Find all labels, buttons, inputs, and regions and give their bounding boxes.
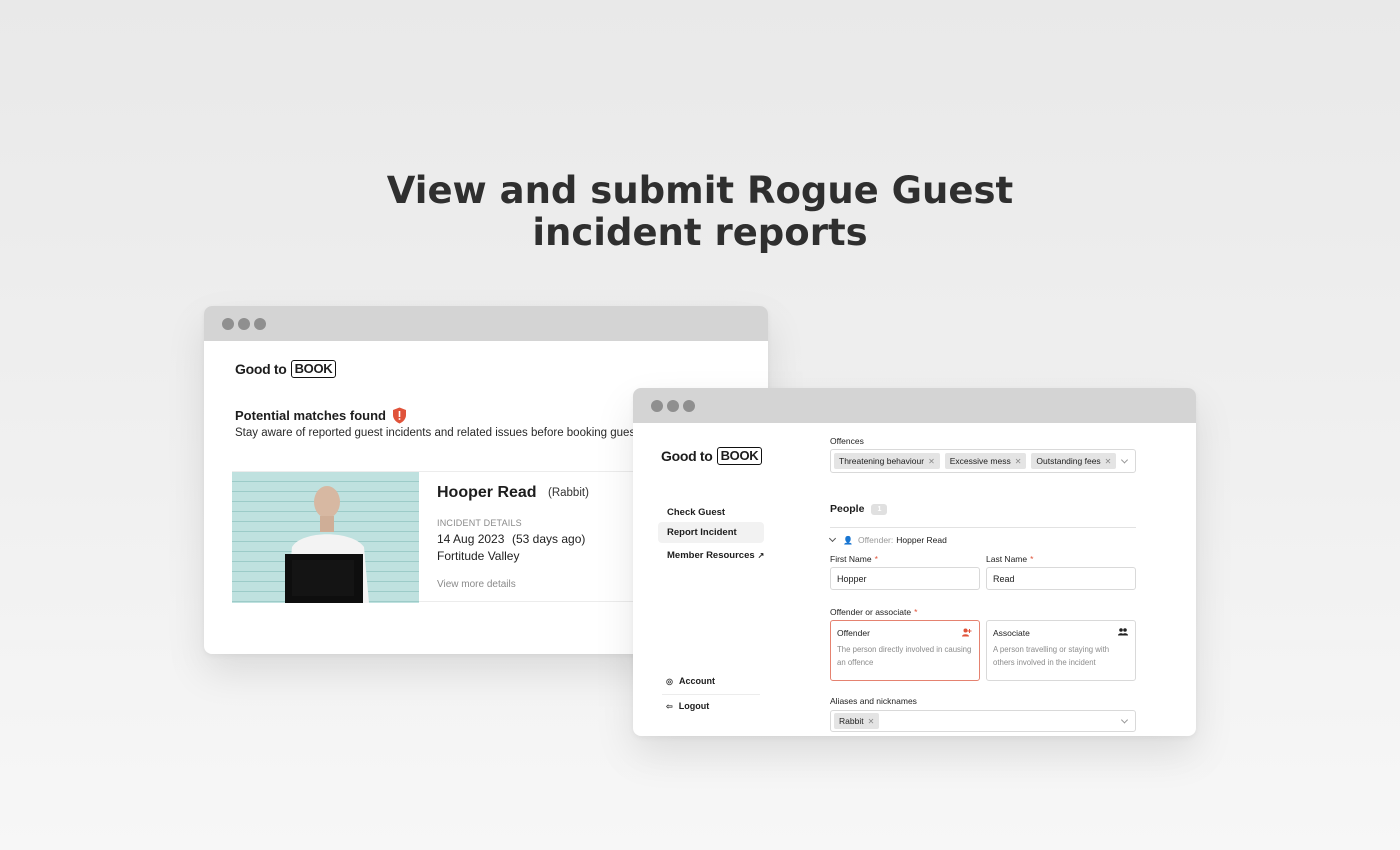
matches-heading: Potential matches found [235, 407, 407, 424]
required-marker: * [874, 554, 878, 564]
chip-label: Outstanding fees [1036, 456, 1101, 466]
chip-remove-icon[interactable]: ✕ [928, 457, 935, 466]
sidebar-item-label: Report Incident [667, 527, 737, 538]
sidebar-account[interactable]: ◎ Account [666, 676, 715, 686]
brand-text: Good to [661, 448, 713, 464]
sidebar-item-member-resources[interactable]: Member Resources ↗ [658, 545, 773, 566]
sidebar-item-check-guest[interactable]: Check Guest [658, 502, 734, 523]
option-title: Offender [837, 628, 870, 638]
brand-text: Good to [235, 361, 287, 377]
logout-icon: ⇦ [666, 701, 673, 711]
match-name: Hooper Read [437, 484, 537, 501]
aliases-label: Aliases and nicknames [830, 696, 917, 706]
match-nickname: (Rabbit) [548, 487, 589, 499]
offences-label: Offences [830, 436, 864, 446]
chip-remove-icon[interactable]: ✕ [1015, 457, 1022, 466]
chip-label: Rabbit [839, 716, 864, 726]
account-icon: ◎ [666, 676, 673, 686]
window-dot-icon [238, 318, 250, 330]
aliases-select[interactable]: Rabbit ✕ [830, 710, 1136, 732]
first-name-label: First Name * [830, 554, 878, 564]
incident-details-label: INCIDENT DETAILS [437, 518, 522, 528]
alert-shield-icon [392, 407, 407, 424]
people-title-text: People [830, 503, 865, 515]
window-titlebar [633, 388, 1196, 423]
sidebar-item-report-incident[interactable]: Report Incident [658, 522, 764, 543]
hero-line-1: View and submit Rogue Guest [386, 169, 1014, 212]
chip-remove-icon[interactable]: ✕ [1105, 457, 1112, 466]
last-name-label: Last Name * [986, 554, 1033, 564]
option-title: Associate [993, 628, 1030, 638]
offences-select[interactable]: Threatening behaviour ✕ Excessive mess ✕ O… [830, 449, 1136, 473]
chip-label: Threatening behaviour [839, 456, 925, 466]
first-name-label-text: First Name [830, 554, 872, 564]
add-person-icon [962, 628, 972, 639]
sidebar-divider [662, 694, 760, 695]
group-icon [1118, 628, 1128, 638]
chip-label: Excessive mess [949, 456, 1011, 466]
option-description: The person directly involved in causing … [837, 645, 972, 667]
hero-heading: View and submit Rogue Guest incident rep… [0, 170, 1400, 254]
people-section-title: People 1 [830, 503, 888, 515]
last-name-label-text: Last Name [986, 554, 1028, 564]
window-dot-icon [667, 400, 679, 412]
sidebar-logout[interactable]: ⇦ Logout [666, 701, 709, 711]
incident-date: 14 Aug 2023 [437, 532, 505, 546]
alias-chip[interactable]: Rabbit ✕ [834, 713, 880, 729]
sidebar-footer-label: Account [678, 676, 715, 686]
offence-chip[interactable]: Threatening behaviour ✕ [834, 453, 940, 469]
view-more-details-link[interactable]: View more details [437, 579, 516, 590]
offender-option-card[interactable]: Offender The person directly involved in… [830, 620, 980, 681]
required-marker: * [914, 607, 918, 617]
option-description: A person travelling or staying with othe… [993, 645, 1110, 667]
window-dot-icon [683, 400, 695, 412]
last-name-field[interactable]: Read [986, 567, 1136, 590]
first-name-field[interactable]: Hopper [830, 567, 980, 590]
incident-location: Fortitude Valley [437, 549, 520, 563]
offender-accordion-header[interactable]: 👤 Offender: Hopper Read [828, 534, 947, 545]
window-dot-icon [222, 318, 234, 330]
brand-book-box: BOOK [716, 447, 763, 465]
mugshot-image [232, 472, 419, 603]
required-marker: * [1030, 554, 1034, 564]
associate-option-card[interactable]: Associate A person travelling or staying… [986, 620, 1136, 681]
offender-prefix: Offender: [857, 535, 894, 545]
chevron-down-icon[interactable] [828, 534, 837, 543]
chip-remove-icon[interactable]: ✕ [868, 717, 875, 726]
external-link-icon: ↗ [757, 551, 765, 560]
offence-chip[interactable]: Excessive mess ✕ [944, 453, 1027, 469]
window-titlebar [204, 306, 768, 341]
sidebar-footer-label: Logout [678, 701, 710, 711]
offence-chip[interactable]: Outstanding fees ✕ [1031, 453, 1117, 469]
incident-days-ago: (53 days ago) [512, 532, 586, 546]
brand-logo: Good to BOOK [235, 360, 337, 378]
window-dot-icon [254, 318, 266, 330]
hero-line-2: incident reports [532, 211, 868, 254]
person-icon: 👤 [843, 535, 853, 545]
sidebar-item-label: Member Resources [667, 550, 755, 561]
matches-subtitle: Stay aware of reported guest incidents a… [235, 427, 645, 439]
chevron-down-icon[interactable] [1120, 456, 1129, 464]
sidebar-item-label: Check Guest [667, 507, 726, 518]
chevron-down-icon[interactable] [1120, 716, 1129, 724]
role-label-text: Offender or associate [830, 607, 912, 617]
window-dot-icon [651, 400, 663, 412]
role-label: Offender or associate * [830, 607, 917, 617]
brand-book-box: BOOK [290, 360, 337, 378]
matches-heading-text: Potential matches found [235, 408, 386, 423]
people-count-badge: 1 [871, 503, 888, 515]
offender-name: Hopper Read [896, 535, 947, 545]
brand-logo: Good to BOOK [661, 447, 763, 465]
report-window: Good to BOOK Check Guest Report Incident… [633, 388, 1196, 736]
section-divider [830, 527, 1136, 528]
